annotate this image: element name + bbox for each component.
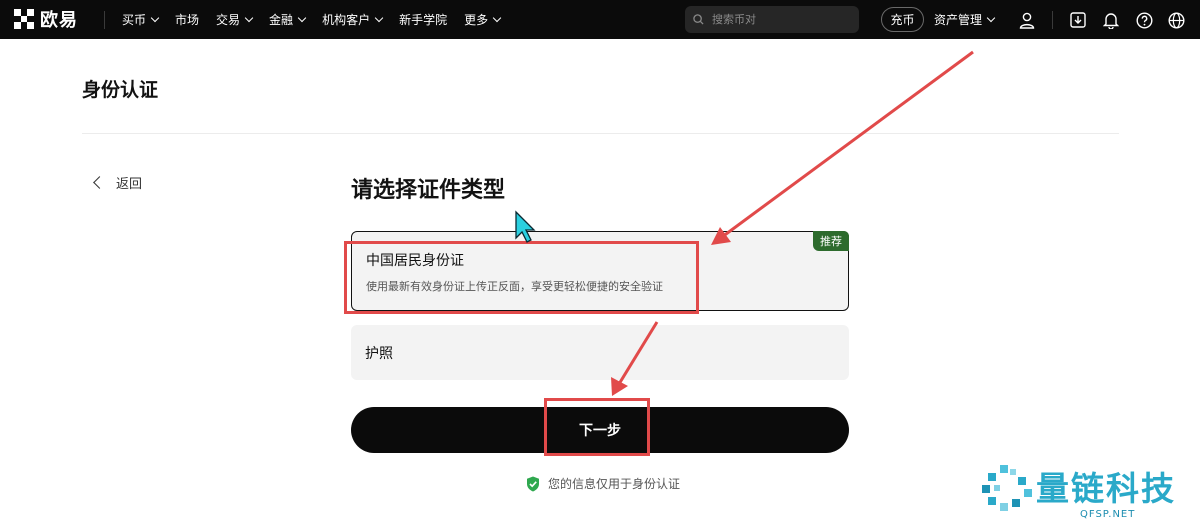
chevron-down-icon	[492, 13, 502, 22]
nav-item-more[interactable]: 更多	[464, 11, 502, 28]
main-nav: 买币 市场 交易 金融 机构客户 新手学院 更多	[122, 0, 517, 39]
nav-item-markets[interactable]: 市场	[175, 11, 199, 28]
logo-text: 欧易	[40, 10, 78, 31]
chevron-left-icon	[93, 176, 106, 189]
nav-item-institutional[interactable]: 机构客户	[322, 11, 384, 28]
privacy-note: 您的信息仅用于身份认证	[526, 475, 680, 492]
chevron-down-icon	[297, 13, 307, 22]
page-title: 身份认证	[82, 79, 159, 101]
watermark-logo-icon	[982, 465, 1032, 511]
chevron-down-icon	[374, 13, 384, 22]
globe-icon[interactable]	[1166, 10, 1186, 30]
deposit-button[interactable]: 充币	[881, 7, 924, 32]
search-box[interactable]	[685, 6, 859, 33]
chevron-down-icon	[986, 13, 996, 22]
header-divider	[82, 133, 1119, 134]
shield-check-icon	[527, 476, 539, 491]
nav-item-finance[interactable]: 金融	[269, 11, 307, 28]
recommended-badge: 推荐	[813, 231, 849, 251]
bell-icon[interactable]	[1101, 10, 1121, 30]
section-heading: 请选择证件类型	[351, 178, 506, 203]
watermark: 量链科技	[980, 463, 1176, 515]
top-nav-bar: 欧易 买币 市场 交易 金融 机构客户 新手学院 更多 充币	[0, 0, 1200, 39]
watermark-subtext: QFSP.NET	[1080, 509, 1136, 520]
back-button[interactable]: 返回	[93, 173, 143, 192]
watermark-text: 量链科技	[1036, 469, 1176, 508]
annotation-arrow	[721, 50, 974, 239]
option-title: 护照	[365, 346, 393, 362]
asset-management-menu[interactable]: 资产管理	[934, 11, 996, 28]
annotation-highlight-box	[544, 398, 650, 456]
chevron-down-icon	[244, 13, 254, 22]
download-icon[interactable]	[1068, 10, 1088, 30]
annotation-highlight-box	[344, 241, 699, 314]
help-icon[interactable]	[1134, 10, 1154, 30]
nav-item-learn[interactable]: 新手学院	[399, 11, 447, 28]
id-type-option-passport[interactable]: 护照	[351, 325, 849, 380]
chevron-down-icon	[150, 13, 160, 22]
icon-divider	[1052, 11, 1053, 29]
user-icon[interactable]	[1017, 10, 1037, 30]
nav-item-trade[interactable]: 交易	[216, 11, 254, 28]
logo[interactable]: 欧易	[14, 8, 78, 31]
back-label: 返回	[116, 177, 143, 192]
nav-item-buy-crypto[interactable]: 买币	[122, 11, 160, 28]
okx-logo-icon	[14, 9, 34, 29]
nav-divider	[104, 11, 105, 29]
search-icon	[693, 14, 704, 25]
search-input[interactable]	[710, 12, 854, 27]
